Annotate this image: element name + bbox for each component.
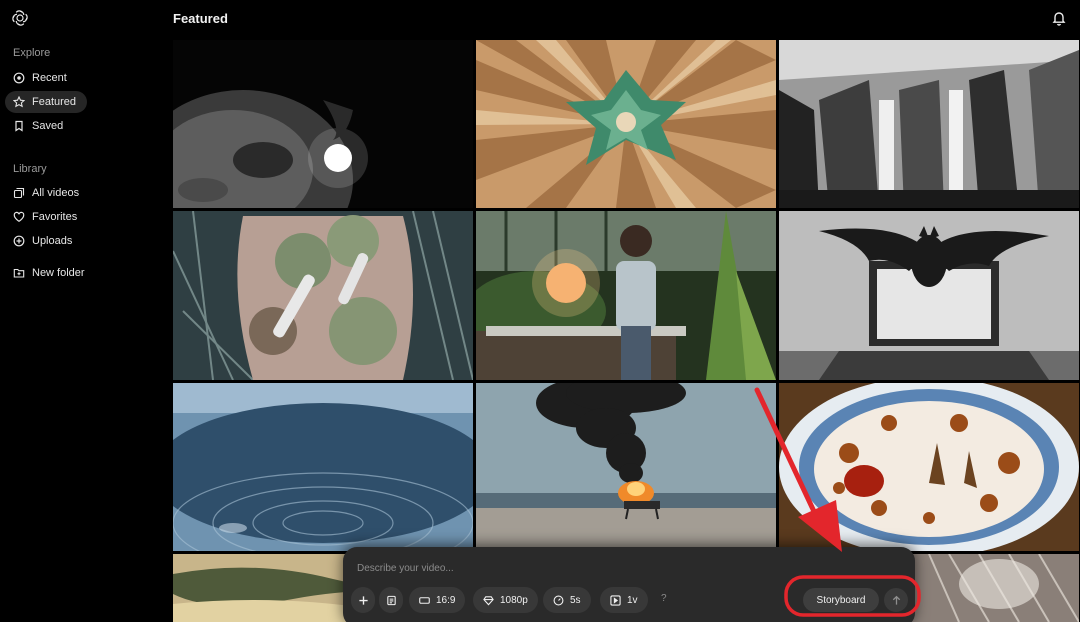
sidebar-item-uploads[interactable]: Uploads: [5, 230, 87, 252]
sidebar-item-saved[interactable]: Saved: [5, 115, 87, 137]
heart-icon: [13, 211, 25, 223]
stack-icon: [13, 187, 25, 199]
video-tile-water-ripple[interactable]: [173, 383, 473, 551]
document-icon: [386, 595, 396, 605]
storyboard-button[interactable]: Storyboard: [803, 588, 879, 612]
plus-circle-icon: [13, 235, 25, 247]
variations-label: 1v: [627, 594, 638, 606]
duration-label: 5s: [570, 594, 581, 606]
sidebar-item-label: Uploads: [32, 235, 73, 247]
folder-plus-icon: [13, 268, 25, 278]
add-media-button[interactable]: [351, 587, 375, 613]
sidebar-item-label: Saved: [32, 120, 64, 132]
prompt-composer: 16:9 1080p 5s 1v ? Storyboard: [343, 547, 915, 622]
video-tile-burning-cart-beach[interactable]: [476, 383, 776, 551]
video-tile-concrete-columns[interactable]: [779, 40, 1079, 208]
video-tile-bat-laptop[interactable]: [779, 211, 1079, 380]
aspect-ratio-button[interactable]: 16:9: [409, 587, 466, 613]
clock-icon: [13, 72, 25, 84]
openai-logo-icon[interactable]: [11, 9, 29, 27]
video-tile-origami-star[interactable]: [476, 40, 776, 208]
bookmark-icon: [15, 120, 23, 132]
diamond-icon: [483, 595, 494, 605]
new-folder-button[interactable]: New folder: [5, 262, 101, 284]
resolution-button[interactable]: 1080p: [473, 587, 538, 613]
sidebar-item-all-videos[interactable]: All videos: [5, 182, 87, 204]
explore-section-label: Explore: [13, 47, 51, 59]
video-tile-moon[interactable]: [173, 40, 473, 208]
aspect-ratio-label: 16:9: [436, 594, 456, 606]
submit-button[interactable]: [884, 588, 908, 612]
sidebar-item-favorites[interactable]: Favorites: [5, 206, 87, 228]
help-button[interactable]: ?: [661, 593, 667, 604]
bell-icon[interactable]: [1051, 10, 1067, 26]
video-tile-sea-urchin[interactable]: [173, 211, 473, 380]
sidebar-item-featured[interactable]: Featured: [5, 91, 87, 113]
video-tile-coffee-foam[interactable]: [779, 383, 1079, 551]
duration-button[interactable]: 5s: [543, 587, 591, 613]
sidebar-item-label: All videos: [32, 187, 80, 199]
aspect-ratio-icon: [419, 596, 430, 604]
new-folder-label: New folder: [32, 267, 85, 279]
sidebar: Explore Recent Featured Saved Library Al…: [0, 0, 168, 622]
video-tile-greenhouse-child[interactable]: [476, 211, 776, 380]
sidebar-item-recent[interactable]: Recent: [5, 67, 87, 89]
arrow-up-icon: [892, 595, 900, 605]
play-square-icon: [610, 594, 621, 606]
sidebar-item-label: Favorites: [32, 211, 78, 223]
page-title: Featured: [173, 11, 228, 26]
resolution-label: 1080p: [500, 594, 528, 606]
variations-button[interactable]: 1v: [600, 587, 648, 613]
timer-icon: [553, 595, 564, 605]
storyboard-mode-button[interactable]: [379, 587, 403, 613]
star-icon: [13, 96, 25, 108]
library-section-label: Library: [13, 163, 47, 175]
plus-icon: [358, 595, 368, 605]
sidebar-item-label: Featured: [32, 96, 77, 108]
prompt-input[interactable]: [357, 563, 757, 574]
sidebar-item-label: Recent: [32, 72, 67, 84]
